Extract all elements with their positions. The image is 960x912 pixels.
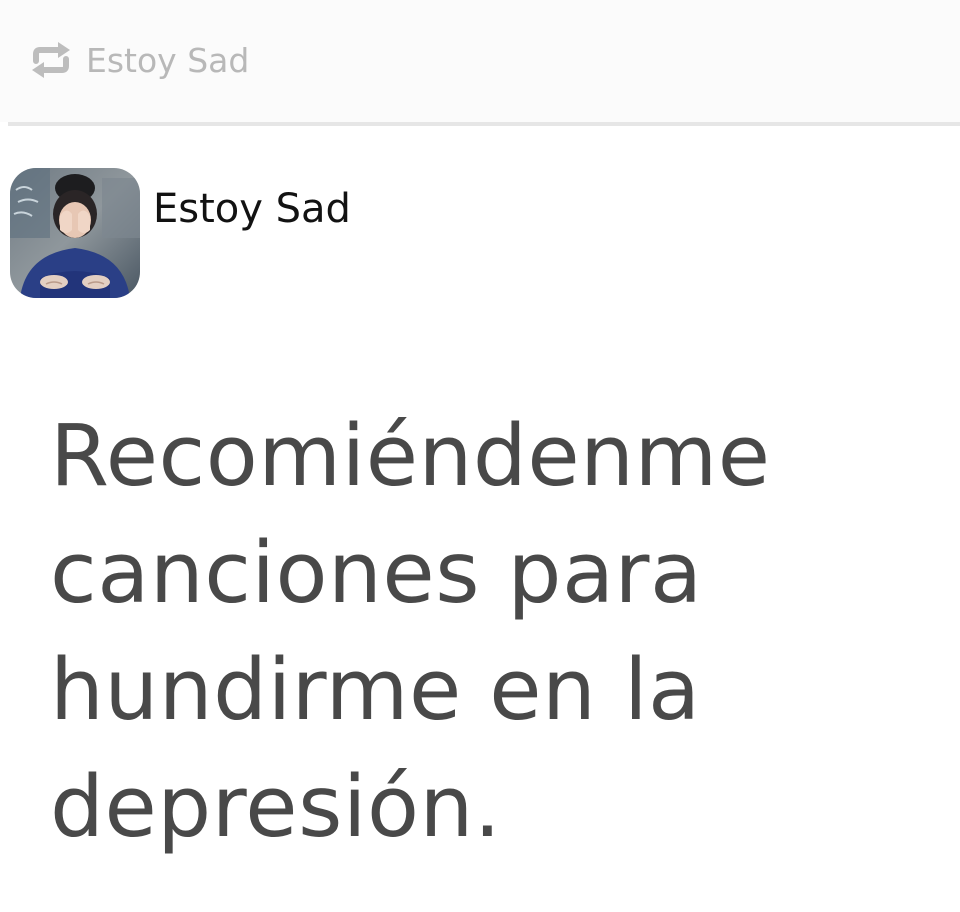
reblog-blog-name[interactable]: Estoy Sad — [86, 40, 249, 82]
reblog-header: Estoy Sad — [0, 0, 960, 122]
reblog-icon[interactable] — [30, 40, 72, 80]
author-avatar[interactable] — [10, 168, 140, 298]
post-text: Recomiéndenme canciones para hundirme en… — [50, 407, 771, 857]
author-name[interactable]: Estoy Sad — [153, 186, 351, 232]
